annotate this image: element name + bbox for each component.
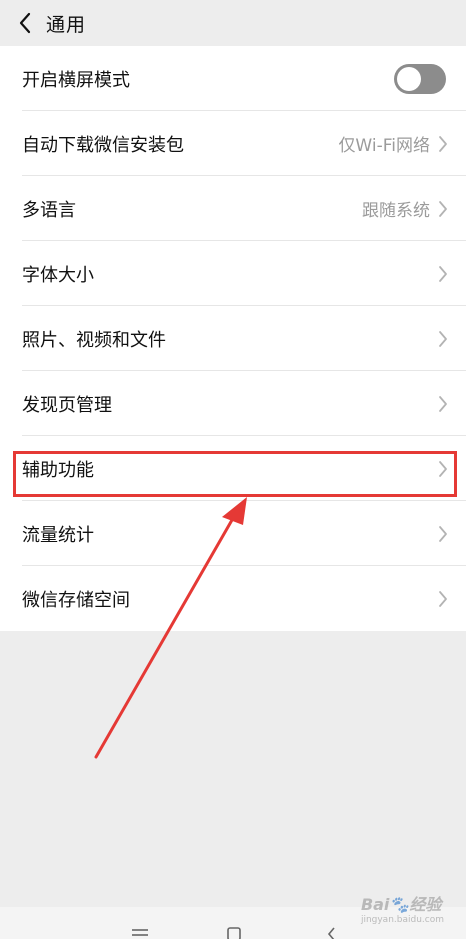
top-bar: 通用	[0, 0, 466, 46]
row-label: 自动下载微信安装包	[22, 134, 184, 156]
row-label: 辅助功能	[22, 459, 94, 481]
chevron-right-icon	[438, 330, 448, 348]
row-value: 仅Wi-Fi网络	[338, 136, 430, 156]
row-landscape-mode[interactable]: 开启横屏模式	[0, 46, 466, 111]
watermark-url: jingyan.baidu.com	[360, 915, 444, 925]
row-auto-download-package[interactable]: 自动下载微信安装包 仅Wi-Fi网络	[0, 111, 466, 176]
chevron-right-icon	[438, 525, 448, 543]
row-label: 字体大小	[22, 264, 94, 286]
row-label: 开启横屏模式	[22, 69, 130, 91]
settings-list: 开启横屏模式 自动下载微信安装包 仅Wi-Fi网络 多语言 跟随系统 字体大小	[0, 46, 466, 631]
chevron-right-icon	[438, 590, 448, 608]
watermark-suffix: 经验	[409, 895, 442, 914]
nav-back-icon[interactable]	[320, 925, 344, 939]
toggle-knob	[397, 66, 421, 91]
page-title: 通用	[46, 13, 87, 36]
chevron-right-icon	[438, 395, 448, 413]
back-arrow-icon	[19, 12, 31, 34]
row-value: 跟随系统	[362, 201, 430, 221]
row-discover-management[interactable]: 发现页管理	[0, 371, 466, 436]
row-data-usage[interactable]: 流量统计	[0, 501, 466, 566]
row-label: 照片、视频和文件	[22, 329, 166, 351]
settings-screen: 通用 开启横屏模式 自动下载微信安装包 仅Wi-Fi网络 多语言 跟随系统 字体…	[0, 0, 466, 939]
row-language[interactable]: 多语言 跟随系统	[0, 176, 466, 241]
chevron-right-icon	[438, 265, 448, 283]
watermark-brand: Bai	[360, 895, 390, 914]
row-storage[interactable]: 微信存储空间	[0, 566, 466, 631]
row-label: 多语言	[22, 199, 76, 221]
chevron-right-icon	[438, 460, 448, 478]
row-label: 流量统计	[22, 524, 94, 546]
chevron-right-icon	[438, 200, 448, 218]
paw-icon: 🐾	[389, 895, 410, 914]
row-label: 微信存储空间	[22, 589, 130, 611]
row-label: 发现页管理	[22, 394, 112, 416]
home-icon[interactable]	[222, 925, 246, 939]
row-font-size[interactable]: 字体大小	[0, 241, 466, 306]
chevron-right-icon	[438, 135, 448, 153]
row-photos-videos-files[interactable]: 照片、视频和文件	[0, 306, 466, 371]
menu-icon[interactable]	[128, 925, 152, 939]
watermark: Bai🐾经验 jingyan.baidu.com	[361, 891, 444, 925]
row-accessibility[interactable]: 辅助功能	[0, 436, 466, 501]
back-button[interactable]	[0, 0, 46, 46]
landscape-mode-toggle[interactable]	[394, 63, 446, 94]
